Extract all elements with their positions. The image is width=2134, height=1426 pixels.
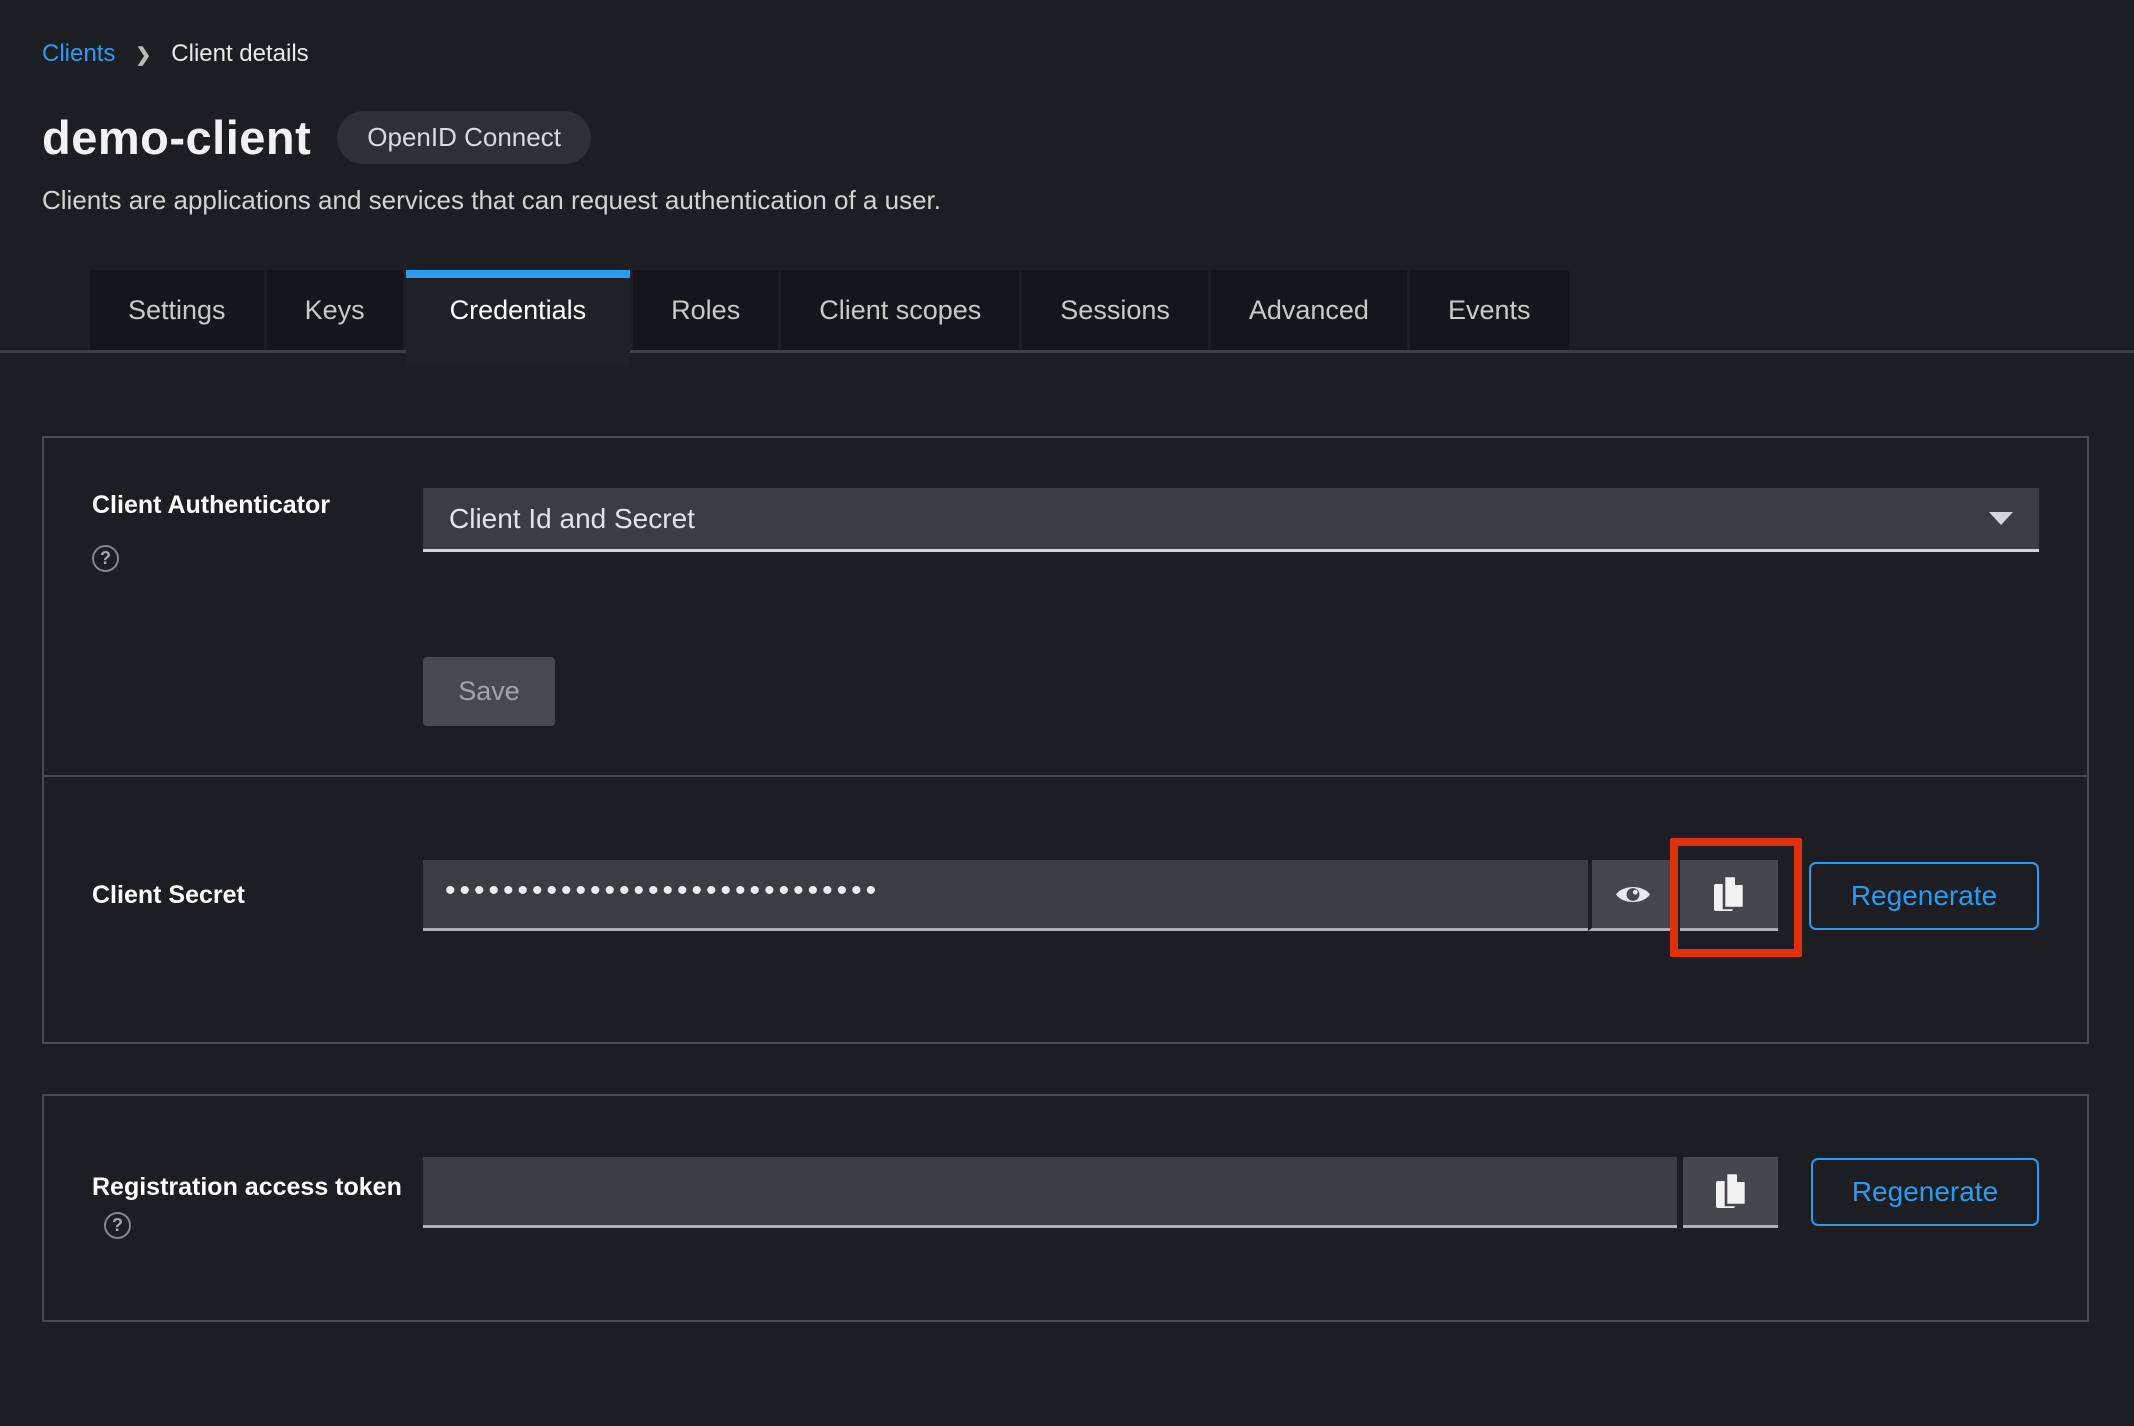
regenerate-token-button[interactable]: Regenerate	[1811, 1158, 2039, 1226]
tab-events[interactable]: Events	[1410, 270, 1569, 350]
registration-token-label: Registration access token	[92, 1173, 402, 1201]
tab-sessions[interactable]: Sessions	[1022, 270, 1208, 350]
client-secret-input[interactable]: ••••••••••••••••••••••••••••••	[423, 860, 1588, 931]
breadcrumb-link-clients[interactable]: Clients	[42, 40, 115, 68]
tab-credentials[interactable]: Credentials	[406, 270, 631, 365]
copy-icon	[1713, 1170, 1749, 1212]
tab-roles[interactable]: Roles	[633, 270, 778, 350]
eye-icon	[1614, 881, 1652, 908]
protocol-badge: OpenID Connect	[337, 111, 591, 164]
chevron-right-icon: ❯	[135, 44, 151, 67]
client-secret-label: Client Secret	[92, 878, 423, 913]
client-details-page: Clients ❯ Client details demo-client Ope…	[0, 40, 2134, 1426]
client-authenticator-section: Client Authenticator ? Client Id and Sec…	[44, 438, 2087, 775]
copy-secret-button[interactable]	[1680, 860, 1778, 931]
client-secret-masked-value: ••••••••••••••••••••••••••••••	[445, 874, 880, 908]
copy-icon	[1711, 873, 1747, 915]
registration-token-card: Registration access token?	[42, 1094, 2089, 1322]
tab-client-scopes[interactable]: Client scopes	[781, 270, 1019, 350]
regenerate-secret-button[interactable]: Regenerate	[1809, 862, 2039, 930]
client-authenticator-help-icon[interactable]: ?	[92, 545, 119, 572]
reveal-secret-button[interactable]	[1588, 860, 1673, 931]
client-authenticator-label: Client Authenticator	[92, 488, 423, 523]
tabs-bar: Settings Keys Credentials Roles Client s…	[0, 270, 2134, 353]
save-button[interactable]: Save	[423, 657, 555, 726]
client-authenticator-selected-value: Client Id and Secret	[449, 503, 695, 535]
client-authenticator-select[interactable]: Client Id and Secret	[423, 488, 2039, 552]
registration-token-help-icon[interactable]: ?	[104, 1212, 131, 1239]
breadcrumb-current: Client details	[171, 40, 308, 68]
copy-token-button[interactable]	[1683, 1157, 1778, 1228]
tab-settings[interactable]: Settings	[90, 270, 264, 350]
page-header: demo-client OpenID Connect	[42, 110, 2134, 165]
caret-down-icon	[1989, 512, 2013, 525]
page-title: demo-client	[42, 110, 311, 165]
client-secret-section: Client Secret ••••••••••••••••••••••••••…	[44, 777, 2087, 1042]
breadcrumb: Clients ❯ Client details	[42, 40, 2134, 68]
tab-advanced[interactable]: Advanced	[1211, 270, 1407, 350]
registration-token-section: Registration access token?	[44, 1096, 2087, 1320]
tab-keys[interactable]: Keys	[267, 270, 403, 350]
credentials-card: Client Authenticator ? Client Id and Sec…	[42, 436, 2089, 1044]
registration-token-input[interactable]	[423, 1157, 1677, 1228]
page-subtitle: Clients are applications and services th…	[42, 185, 2134, 216]
